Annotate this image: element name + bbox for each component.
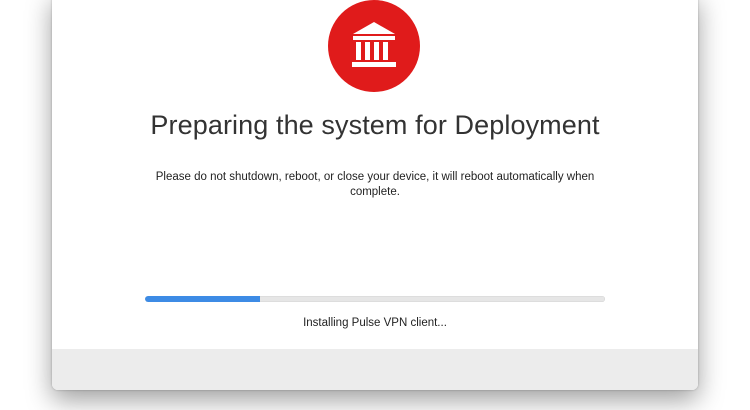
logo-column (383, 42, 388, 60)
bank-building-icon (328, 0, 420, 92)
deployment-window: Preparing the system for Deployment Plea… (52, 0, 698, 390)
desktop-background: Preparing the system for Deployment Plea… (0, 0, 750, 410)
logo-column (365, 42, 370, 60)
logo-column (356, 42, 361, 60)
logo-base (352, 62, 396, 67)
logo-column (374, 42, 379, 60)
page-title: Preparing the system for Deployment (150, 110, 600, 140)
logo-beam (353, 36, 395, 40)
progress-bar-fill (145, 296, 260, 302)
progress-bar (145, 296, 605, 302)
instruction-message: Please do not shutdown, reboot, or close… (155, 171, 595, 198)
window-footer (52, 349, 698, 390)
window-content: Preparing the system for Deployment Plea… (52, 0, 698, 349)
status-text: Installing Pulse VPN client... (303, 317, 447, 329)
